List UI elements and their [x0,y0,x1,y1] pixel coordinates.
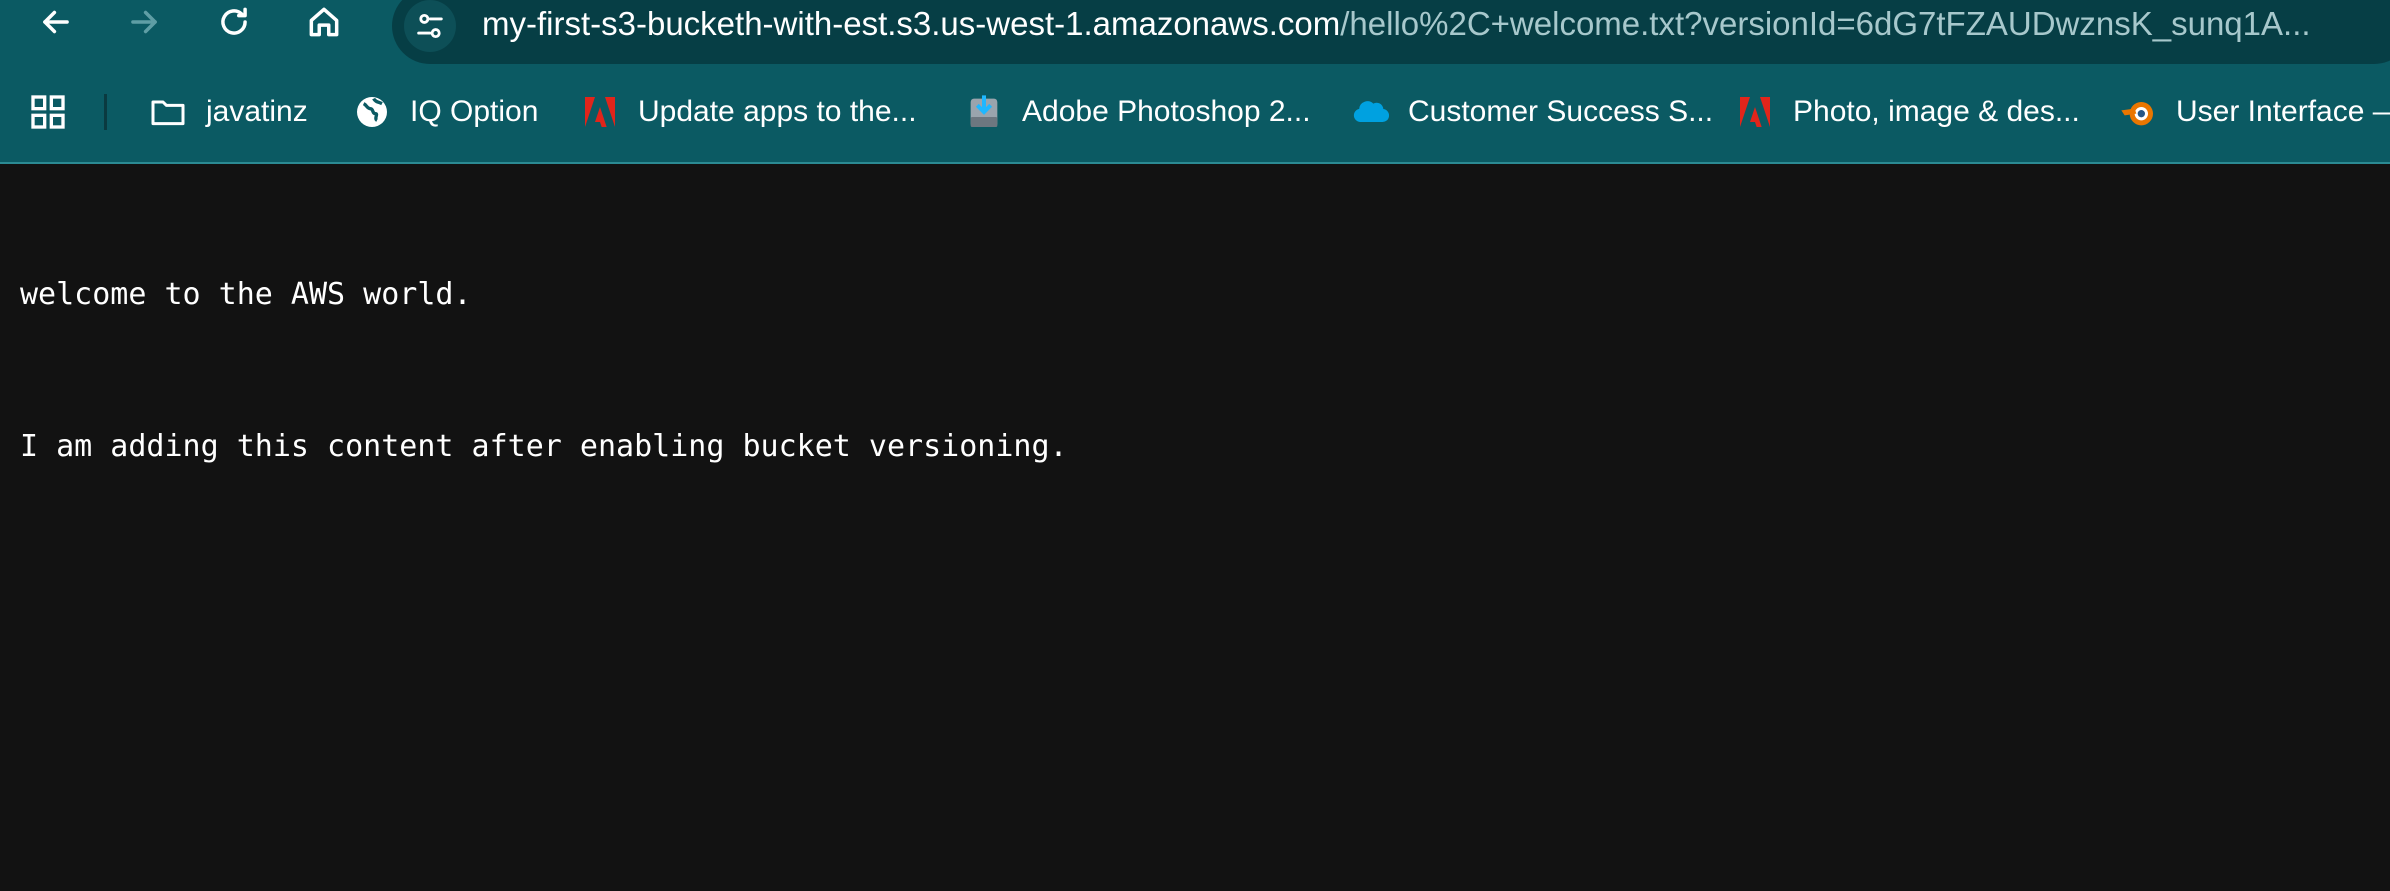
document-line: welcome to the AWS world. [20,277,472,312]
back-button[interactable] [28,0,84,44]
bookmark-update-apps[interactable]: Update apps to the... [580,86,917,138]
bookmark-label: IQ Option [410,95,539,128]
bookmark-label: Adobe Photoshop 2... [1022,95,1311,128]
blender-icon [2118,92,2158,132]
bookmark-iq-option[interactable]: IQ Option [352,86,538,138]
home-icon [309,7,339,37]
adobe-icon [580,92,620,132]
home-button[interactable] [296,0,352,44]
url-path: /hello%2C+welcome.txt?versionId=6dG7tFZA… [1340,5,2311,42]
url-host: my-first-s3-bucketh-with-est.s3.us-west-… [482,5,1341,42]
bookmark-label: Photo, image & des... [1793,95,2080,128]
arrow-left-icon [43,10,69,34]
apps-grid-icon[interactable] [28,92,68,132]
bookmark-javatinz[interactable]: javatinz [148,86,308,138]
bookmark-label: Customer Success S... [1408,95,1714,128]
browser-toolbar: my-first-s3-bucketh-with-est.s3.us-west-… [0,0,2390,64]
bookmark-photo-image[interactable]: Photo, image & des... [1735,86,2080,138]
bookmark-label: javatinz [206,95,308,128]
bookmark-customer-success[interactable]: Customer Success S... [1350,86,1713,138]
adobe-icon [1735,92,1775,132]
bookmark-adobe-photoshop[interactable]: Adobe Photoshop 2... [964,86,1311,138]
bookmark-user-interface[interactable]: User Interface — [2118,86,2390,138]
site-info-button[interactable] [404,0,456,52]
arrow-right-icon [131,10,157,34]
folder-icon [148,92,188,132]
download-icon [964,92,1004,132]
document-line: I am adding this content after enabling … [20,429,1068,464]
bookmark-label: User Interface — [2176,95,2390,128]
bookmark-label: Update apps to the... [638,95,917,128]
globe-icon [352,92,392,132]
bookmarks-bar: javatinz IQ Option Update apps to the...… [0,64,2390,164]
bookmarks-divider [104,94,107,130]
document-body: welcome to the AWS world. I am adding th… [20,200,1068,542]
salesforce-cloud-icon [1350,92,1390,132]
url-text[interactable]: my-first-s3-bucketh-with-est.s3.us-west-… [482,2,2311,46]
reload-button[interactable] [206,0,262,44]
forward-button[interactable] [116,0,172,44]
reload-icon [221,7,247,35]
address-bar[interactable]: my-first-s3-bucketh-with-est.s3.us-west-… [392,0,2390,64]
tune-icon [417,13,443,39]
